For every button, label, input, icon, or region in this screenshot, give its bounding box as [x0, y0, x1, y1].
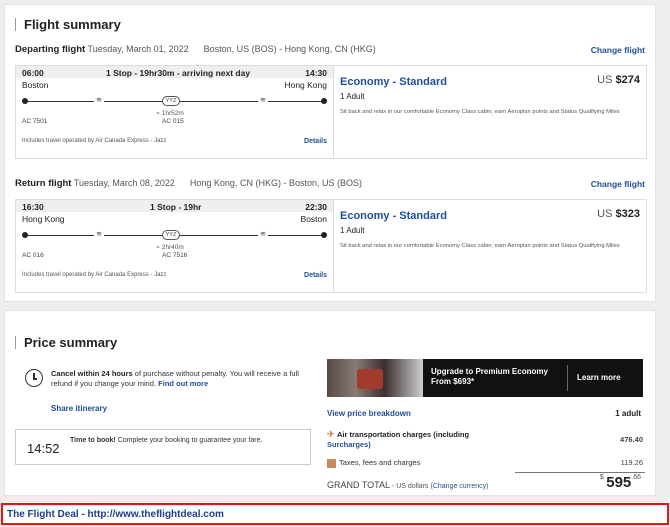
departing-stop-summary: 1 Stop - 19hr30m - arriving next day — [106, 68, 251, 78]
origin-dot — [22, 232, 28, 238]
return-dep-time: 16:30 — [22, 202, 44, 212]
wifi-icon: ≋ — [94, 96, 104, 106]
wifi-icon: ≋ — [94, 230, 104, 240]
booking-timer: 14:52 — [27, 441, 60, 456]
departing-route: Boston, US (BOS) - Hong Kong, CN (HKG) — [203, 44, 376, 54]
return-cabin[interactable]: Economy - Standard — [340, 210, 447, 222]
return-origin: Hong Kong — [22, 214, 65, 224]
origin-dot — [22, 98, 28, 104]
departing-operated-by: Includes travel operated by Air Canada E… — [22, 138, 167, 144]
cabin-photo — [327, 359, 423, 397]
return-fare: Economy - Standard US $323 1 Adult Sit b… — [340, 200, 640, 292]
departing-itinerary: 06:00 1 Stop - 19hr30m - arriving next d… — [16, 66, 334, 158]
flight-deal-banner-text[interactable]: The Flight Deal - http://www.theflightde… — [7, 509, 224, 520]
departing-price: US $274 — [597, 74, 640, 86]
clock-icon — [25, 369, 43, 387]
departing-fare: Economy - Standard US $274 1 Adult Sit b… — [340, 66, 640, 158]
departing-dep-time: 06:00 — [22, 68, 44, 78]
stop-badge[interactable]: YYZ — [162, 96, 180, 106]
price-summary-card: Price summary Cancel within 24 hours of … — [4, 310, 656, 496]
share-itinerary-link[interactable]: Share itinerary — [51, 404, 107, 413]
return-passengers: 1 Adult — [340, 226, 365, 235]
learn-more-button[interactable]: Learn more — [577, 373, 621, 382]
departing-flight-number-1: AC 7501 — [22, 118, 48, 125]
departing-cabin[interactable]: Economy - Standard — [340, 76, 447, 88]
return-time-bar: 16:30 1 Stop - 19hr 22:30 — [16, 200, 333, 212]
grand-total-label: GRAND TOTAL - US dollars (Change currenc… — [327, 480, 489, 490]
change-return-flight-link[interactable]: Change flight — [591, 179, 645, 189]
price-summary-title: Price summary — [15, 336, 117, 349]
cancel-policy-text: Cancel within 24 hours of purchase witho… — [51, 369, 299, 388]
departing-label: Departing flight — [15, 44, 86, 55]
wifi-icon: ≋ — [258, 230, 268, 240]
return-timeline: ≋ YYZ ≋ — [22, 230, 327, 242]
return-stop-summary: 1 Stop - 19hr — [150, 202, 202, 212]
return-flight-number-2: AC 7516 — [162, 252, 188, 259]
return-cabin-description: Sit back and relax in our comfortable Ec… — [340, 243, 620, 249]
return-flight-number-1: AC 016 — [22, 252, 44, 259]
return-route: Hong Kong, CN (HKG) - Boston, US (BOS) — [189, 178, 362, 188]
return-header: Return flight Tuesday, March 08, 2022 Ho… — [15, 178, 362, 189]
receipt-icon — [327, 458, 336, 468]
taxes-row: Taxes, fees and charges 119.26 — [327, 458, 643, 468]
breakdown-passengers: 1 adult — [615, 409, 641, 418]
view-price-breakdown-link[interactable]: View price breakdown — [327, 409, 411, 418]
surcharges-link[interactable]: Surcharges) — [327, 440, 371, 449]
flight-summary-title: Flight summary — [15, 18, 121, 31]
departing-destination: Hong Kong — [284, 80, 327, 90]
premium-upgrade-banner: Upgrade to Premium Economy From $693* Le… — [327, 359, 643, 397]
air-charges-row: ✈ Air transportation charges (including S… — [327, 429, 643, 449]
flight-deal-banner: The Flight Deal - http://www.theflightde… — [1, 503, 669, 525]
find-out-more-link[interactable]: Find out more — [158, 379, 208, 388]
departing-flight-number-2: AC 015 — [162, 118, 184, 125]
departing-layover: ⌁ 1hr52m — [156, 110, 184, 117]
return-arr-time: 22:30 — [305, 202, 327, 212]
return-operated-by: Includes travel operated by Air Canada E… — [22, 272, 167, 278]
departing-date: Tuesday, March 01, 2022 — [87, 44, 189, 54]
return-itinerary: 16:30 1 Stop - 19hr 22:30 Hong Kong Bost… — [16, 200, 334, 292]
departing-details-link[interactable]: Details — [304, 138, 327, 145]
stop-badge[interactable]: YYZ — [162, 230, 180, 240]
departing-time-bar: 06:00 1 Stop - 19hr30m - arriving next d… — [16, 66, 333, 78]
departing-arr-time: 14:30 — [305, 68, 327, 78]
departing-cabin-description: Sit back and relax in our comfortable Ec… — [340, 109, 620, 115]
departing-timeline: ≋ YYZ ≋ — [22, 96, 327, 108]
departing-origin: Boston — [22, 80, 49, 90]
booking-timer-text: Time to book! Complete your booking to g… — [70, 437, 263, 444]
change-departing-flight-link[interactable]: Change flight — [591, 45, 645, 55]
booking-timer-box: 14:52 Time to book! Complete your bookin… — [15, 429, 311, 465]
destination-dot — [321, 98, 327, 104]
destination-dot — [321, 232, 327, 238]
plane-icon: ✈ — [327, 429, 335, 439]
return-details-link[interactable]: Details — [304, 272, 327, 279]
wifi-icon: ≋ — [258, 96, 268, 106]
departing-passengers: 1 Adult — [340, 92, 365, 101]
departing-flight-box: 06:00 1 Stop - 19hr30m - arriving next d… — [15, 65, 647, 159]
return-date: Tuesday, March 08, 2022 — [73, 178, 175, 188]
departing-header: Departing flight Tuesday, March 01, 2022… — [15, 44, 376, 55]
grand-total-amount: $ 595.66 — [599, 474, 641, 491]
flight-summary-card: Flight summary Departing flight Tuesday,… — [4, 4, 656, 302]
taxes-amount: 119.26 — [620, 458, 643, 467]
return-destination: Boston — [300, 214, 327, 224]
return-flight-box: 16:30 1 Stop - 19hr 22:30 Hong Kong Bost… — [15, 199, 647, 293]
return-layover: ⌁ 2hr40m — [156, 244, 184, 251]
return-price: US $323 — [597, 208, 640, 220]
promo-text: Upgrade to Premium Economy From $693* — [431, 367, 548, 386]
air-charges-amount: 476.40 — [620, 435, 643, 444]
change-currency-link[interactable]: Change currency — [433, 483, 486, 490]
return-label: Return flight — [15, 178, 72, 189]
